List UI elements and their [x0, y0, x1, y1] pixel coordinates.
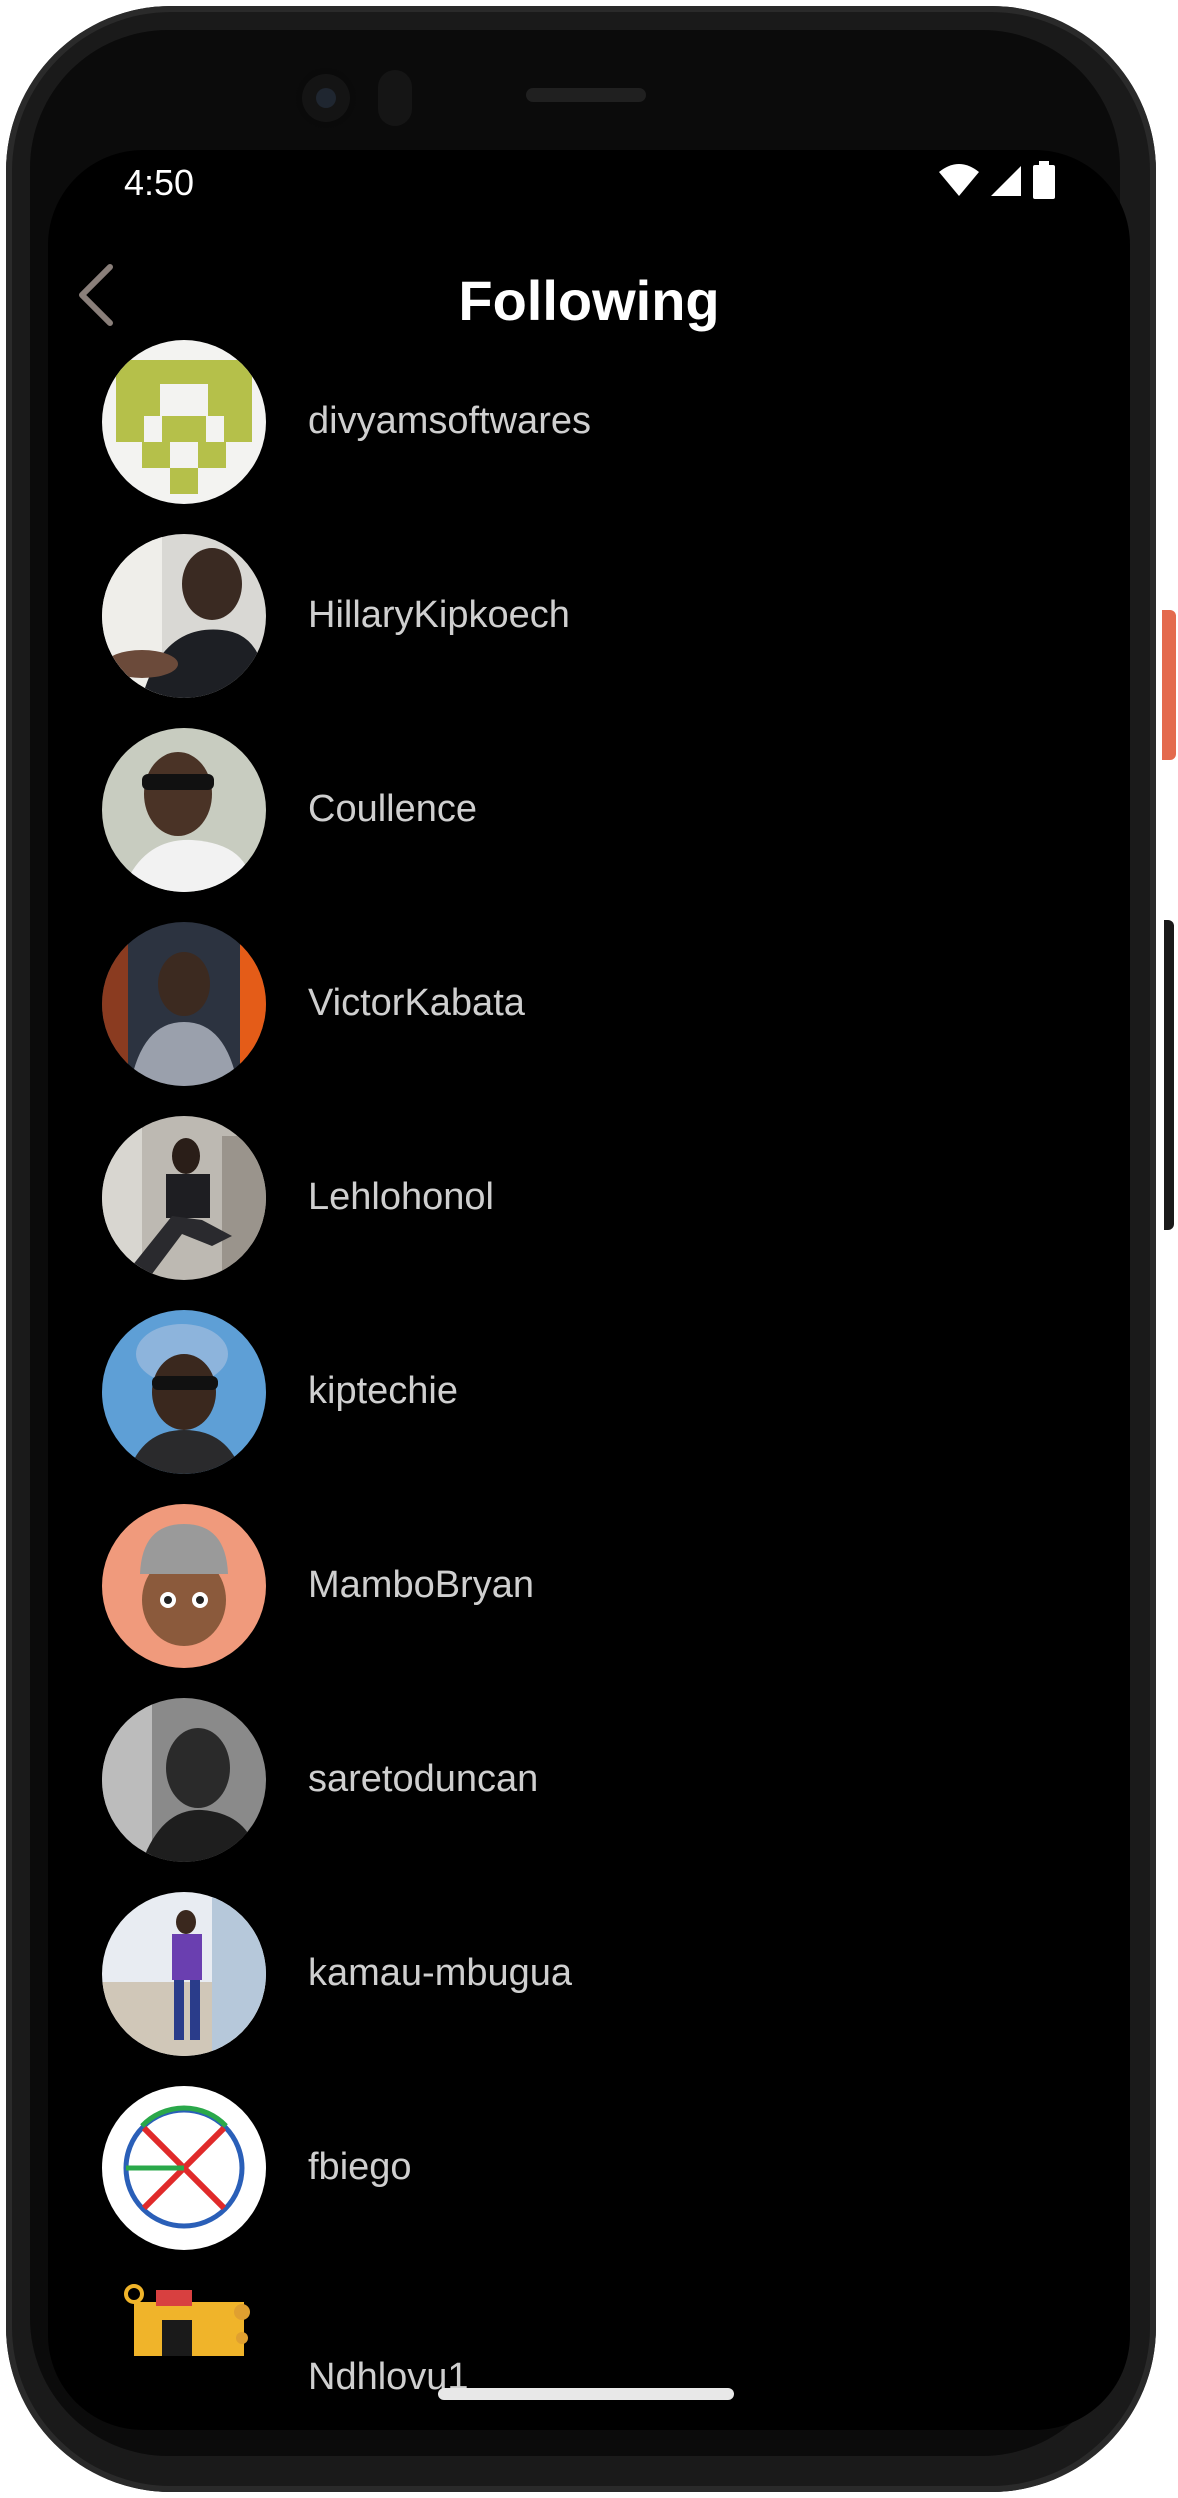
- avatar: [102, 534, 266, 698]
- username: HillaryKipkoech: [308, 594, 570, 636]
- volume-button: [1164, 920, 1174, 1230]
- avatar: [102, 2280, 266, 2356]
- app-bar: Following: [48, 230, 1130, 350]
- list-item[interactable]: Lehlohonol: [102, 1116, 1002, 1282]
- earpiece-speaker: [526, 88, 646, 102]
- list-item[interactable]: HillaryKipkoech: [102, 534, 1002, 700]
- front-camera: [296, 68, 356, 128]
- home-indicator[interactable]: [438, 2388, 734, 2400]
- proximity-sensor: [378, 70, 412, 126]
- username: fbiego: [308, 2146, 412, 2188]
- username: Lehlohonol: [308, 1176, 494, 1218]
- status-bar: 4:50: [48, 150, 1130, 220]
- list-item[interactable]: divyamsoftwares: [102, 340, 1002, 506]
- username: Ndhlovu1: [308, 2356, 469, 2392]
- page-title: Following: [458, 269, 720, 332]
- list-item[interactable]: MamboBryan: [102, 1504, 1002, 1670]
- avatar: [102, 1892, 266, 2056]
- status-time: 4:50: [124, 162, 195, 203]
- avatar: [102, 2086, 266, 2250]
- list-item[interactable]: VictorKabata: [102, 922, 1002, 1088]
- avatar: [102, 340, 266, 504]
- battery-icon: [1033, 161, 1055, 199]
- username: MamboBryan: [308, 1564, 534, 1606]
- username: Coullence: [308, 788, 477, 830]
- username: kamau-mbugua: [308, 1952, 573, 1994]
- list-item[interactable]: saretoduncan: [102, 1698, 1002, 1864]
- username: divyamsoftwares: [308, 400, 591, 442]
- avatar: [102, 922, 266, 1086]
- username: kiptechie: [308, 1370, 458, 1412]
- screen: 4:50 Following divyamsoftwares HillaryKi…: [48, 150, 1130, 2430]
- avatar: [102, 1116, 266, 1280]
- list-item[interactable]: kamau-mbugua: [102, 1892, 1002, 2058]
- list-item[interactable]: fbiego: [102, 2086, 1002, 2252]
- power-button: [1162, 610, 1176, 760]
- list-item[interactable]: Coullence: [102, 728, 1002, 894]
- status-icons: [939, 160, 1055, 200]
- avatar: [102, 1504, 266, 1668]
- username: VictorKabata: [308, 982, 525, 1024]
- list-item[interactable]: kiptechie: [102, 1310, 1002, 1476]
- wifi-icon: [939, 164, 979, 196]
- avatar: [102, 728, 266, 892]
- avatar: [102, 1698, 266, 1862]
- username: saretoduncan: [308, 1758, 539, 1800]
- avatar: [102, 1310, 266, 1474]
- list-item[interactable]: Ndhlovu1: [102, 2280, 1002, 2430]
- signal-icon: [991, 166, 1021, 196]
